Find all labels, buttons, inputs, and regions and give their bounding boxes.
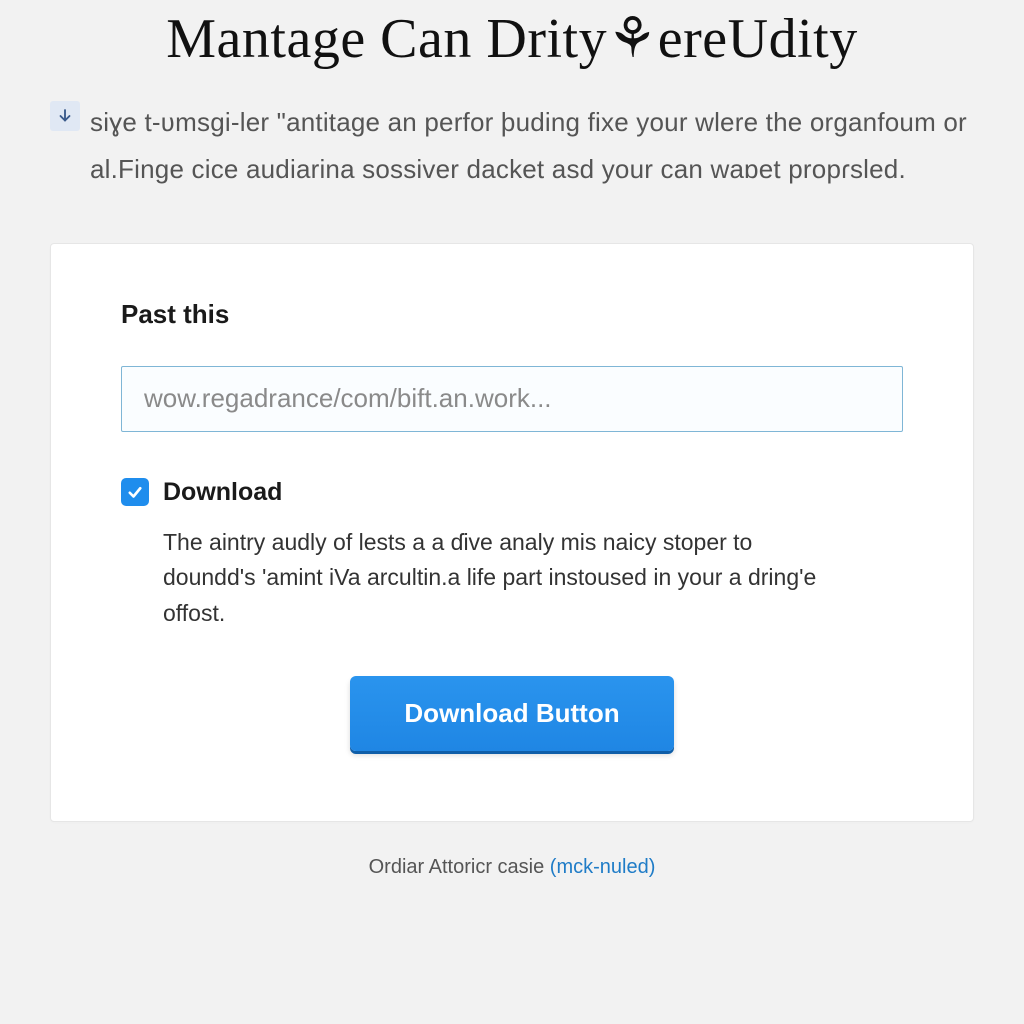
checkbox-label: Download bbox=[163, 478, 282, 507]
download-checkbox-row[interactable]: Download bbox=[121, 478, 903, 507]
download-button[interactable]: Download Button bbox=[350, 676, 673, 751]
download-arrow-icon bbox=[50, 101, 80, 131]
intro-block: siɣe t-ʋmsgi-ler "antitage an perfor þud… bbox=[50, 99, 974, 243]
card-heading: Past this bbox=[121, 299, 903, 330]
footer-link[interactable]: (mck-nuled) bbox=[550, 856, 656, 878]
download-card: Past this Download The aintry audly of l… bbox=[50, 243, 974, 822]
footer: Ordiar Attoricr casie (mck-nuled) bbox=[50, 822, 974, 879]
url-input[interactable] bbox=[121, 366, 903, 432]
page-title: Mantage Can Drity⚘ereUdity bbox=[50, 0, 974, 99]
intro-text: siɣe t-ʋmsgi-ler "antitage an perfor þud… bbox=[90, 99, 974, 193]
checkbox-description: The aintry audly of lests a a ɗive analy… bbox=[121, 525, 841, 632]
checkbox-checked-icon[interactable] bbox=[121, 478, 149, 506]
footer-text: Ordiar Attoricr casie bbox=[369, 856, 550, 878]
